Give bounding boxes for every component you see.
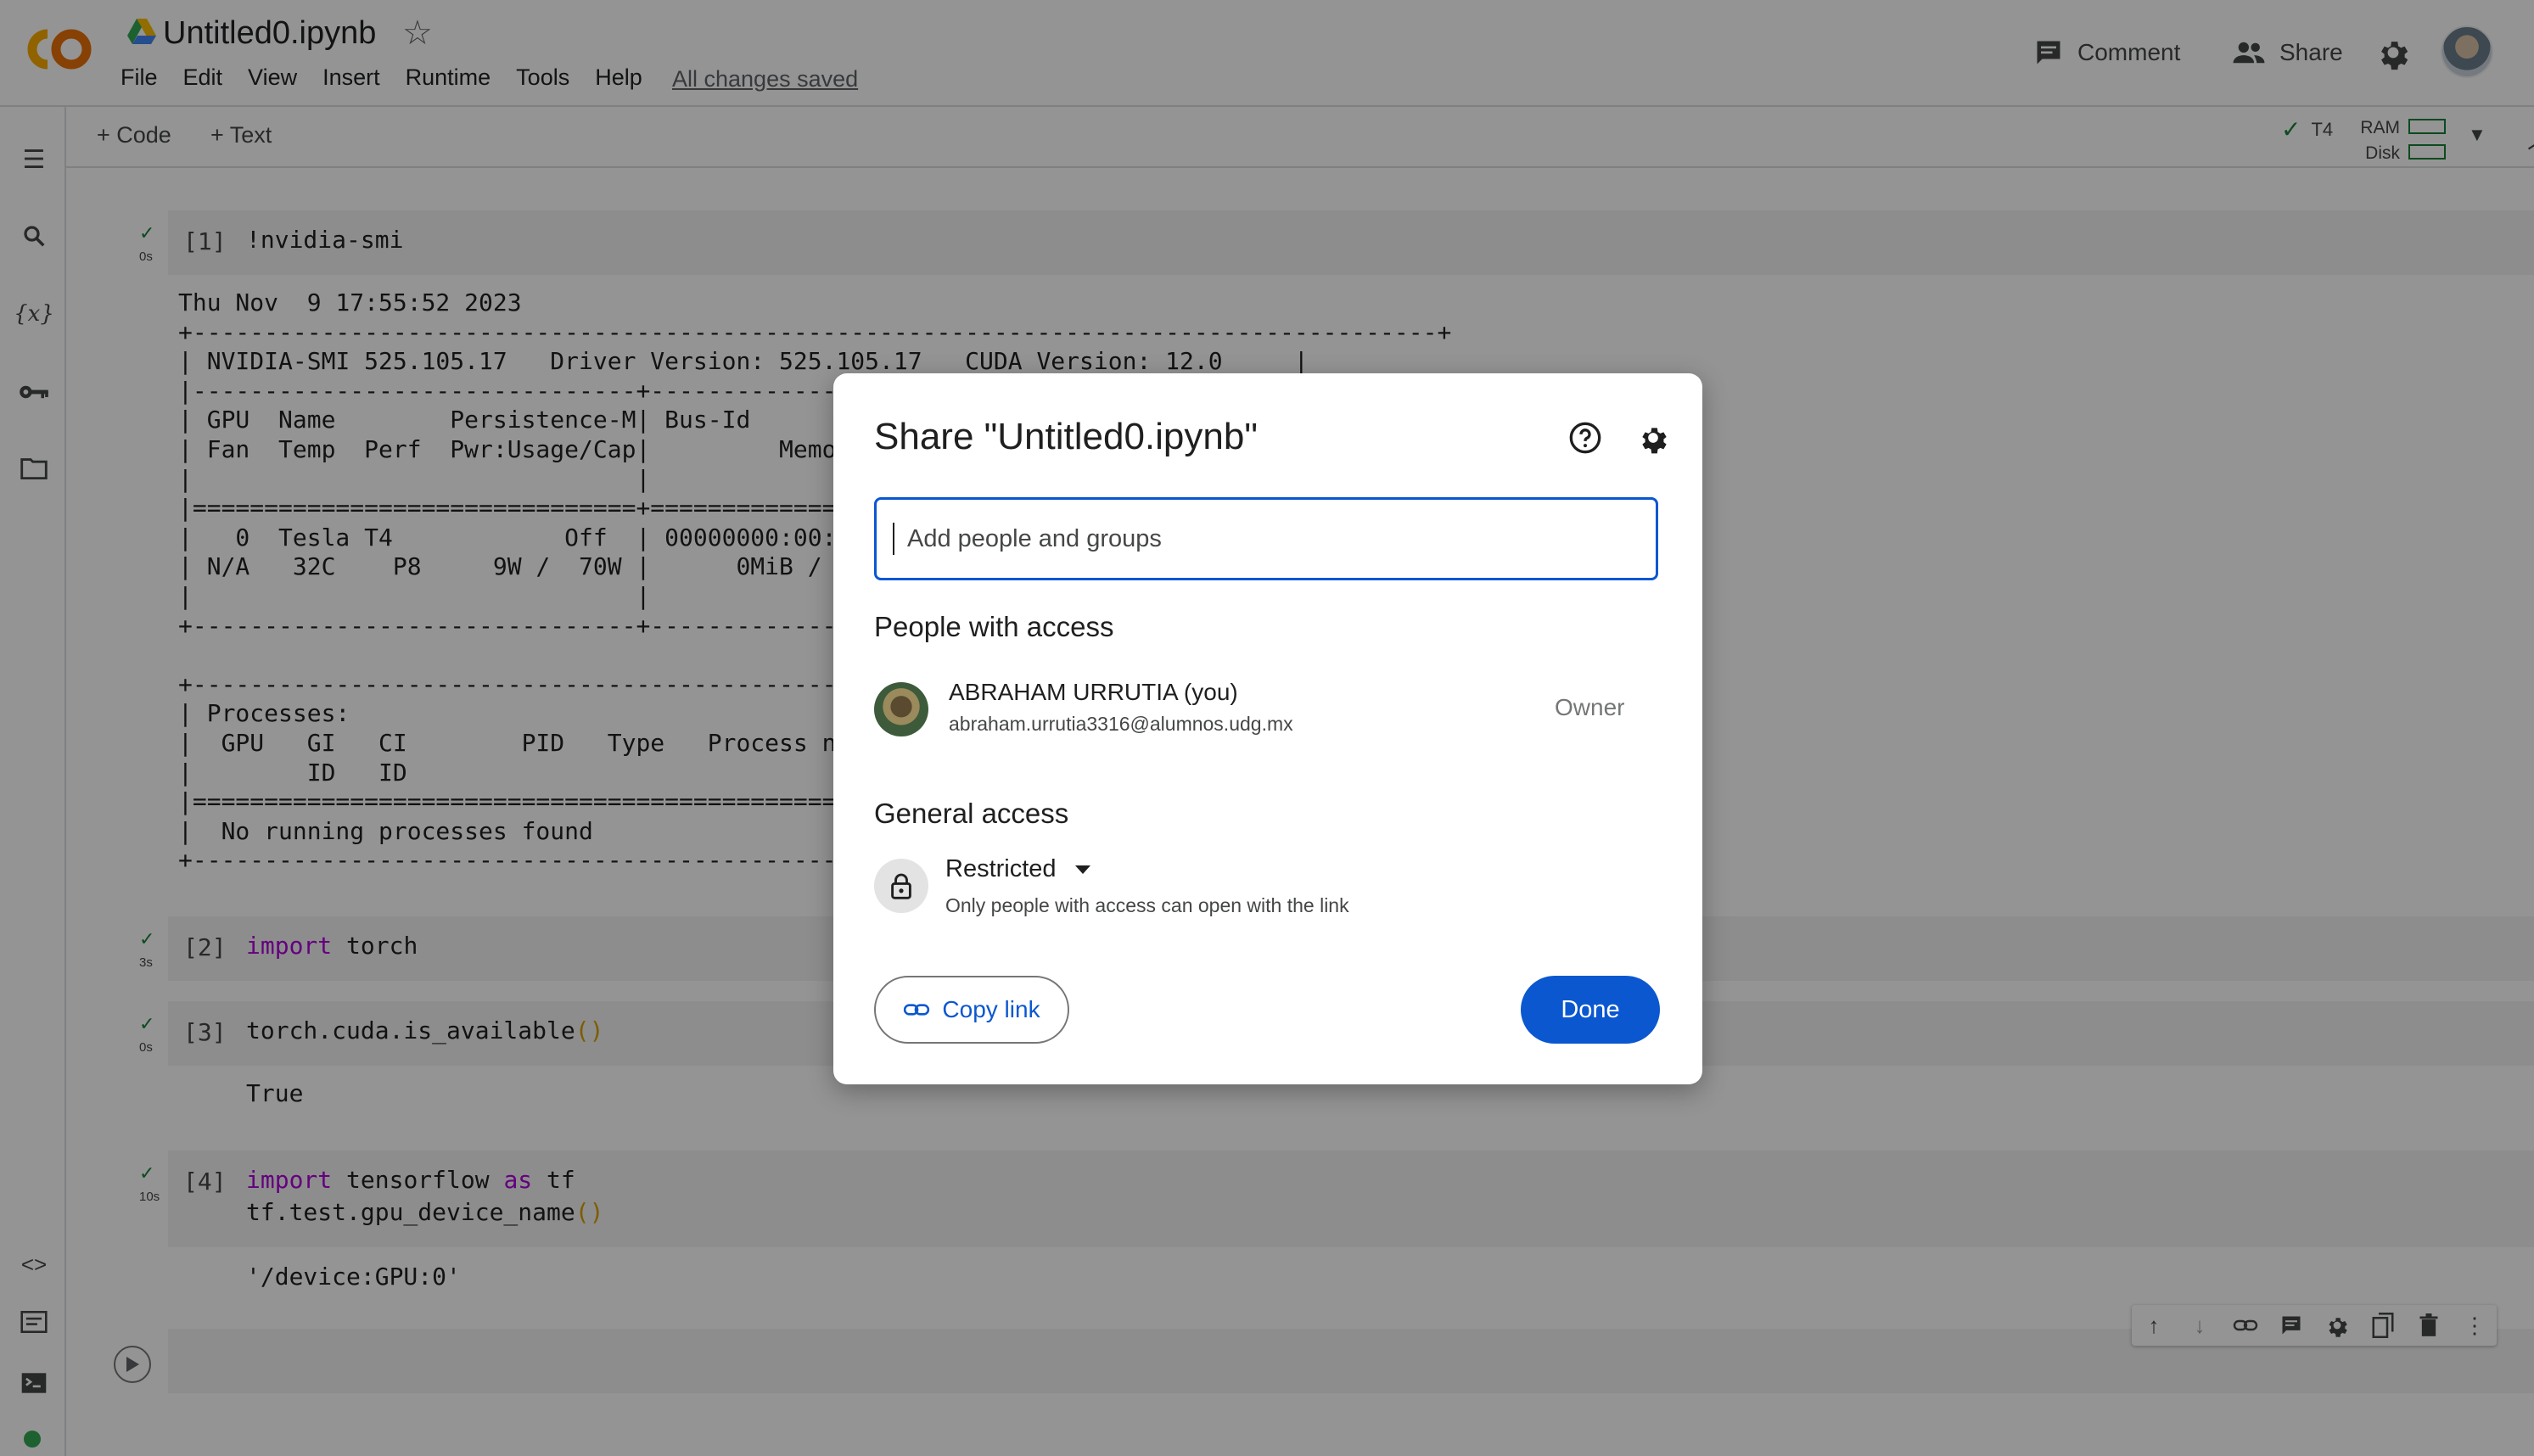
general-access-heading: General access bbox=[874, 798, 1069, 829]
user-email: abraham.urrutia3316@alumnos.udg.mx bbox=[949, 713, 1293, 735]
user-role: Owner bbox=[1555, 694, 1625, 720]
access-level-dropdown[interactable]: Restricted bbox=[945, 855, 1090, 883]
dialog-title: Share "Untitled0.ipynb" bbox=[874, 416, 1258, 457]
done-button[interactable]: Done bbox=[1521, 976, 1660, 1044]
people-with-access-heading: People with access bbox=[874, 611, 1114, 642]
access-description: Only people with access can open with th… bbox=[945, 894, 1349, 916]
gear-icon[interactable] bbox=[1636, 421, 1670, 455]
access-level-label: Restricted bbox=[945, 855, 1057, 882]
help-icon[interactable] bbox=[1568, 421, 1602, 455]
lock-icon bbox=[874, 859, 928, 913]
caret-down-icon bbox=[1074, 865, 1090, 874]
text-cursor bbox=[893, 523, 894, 555]
add-people-input[interactable] bbox=[874, 497, 1658, 580]
user-name: ABRAHAM URRUTIA (you) bbox=[949, 679, 1238, 705]
copy-link-button[interactable]: Copy link bbox=[874, 976, 1069, 1044]
copy-link-label: Copy link bbox=[942, 996, 1040, 1022]
link-icon bbox=[904, 1004, 930, 1016]
user-avatar bbox=[874, 682, 928, 736]
share-dialog: Share "Untitled0.ipynb" People with acce… bbox=[833, 373, 1702, 1084]
